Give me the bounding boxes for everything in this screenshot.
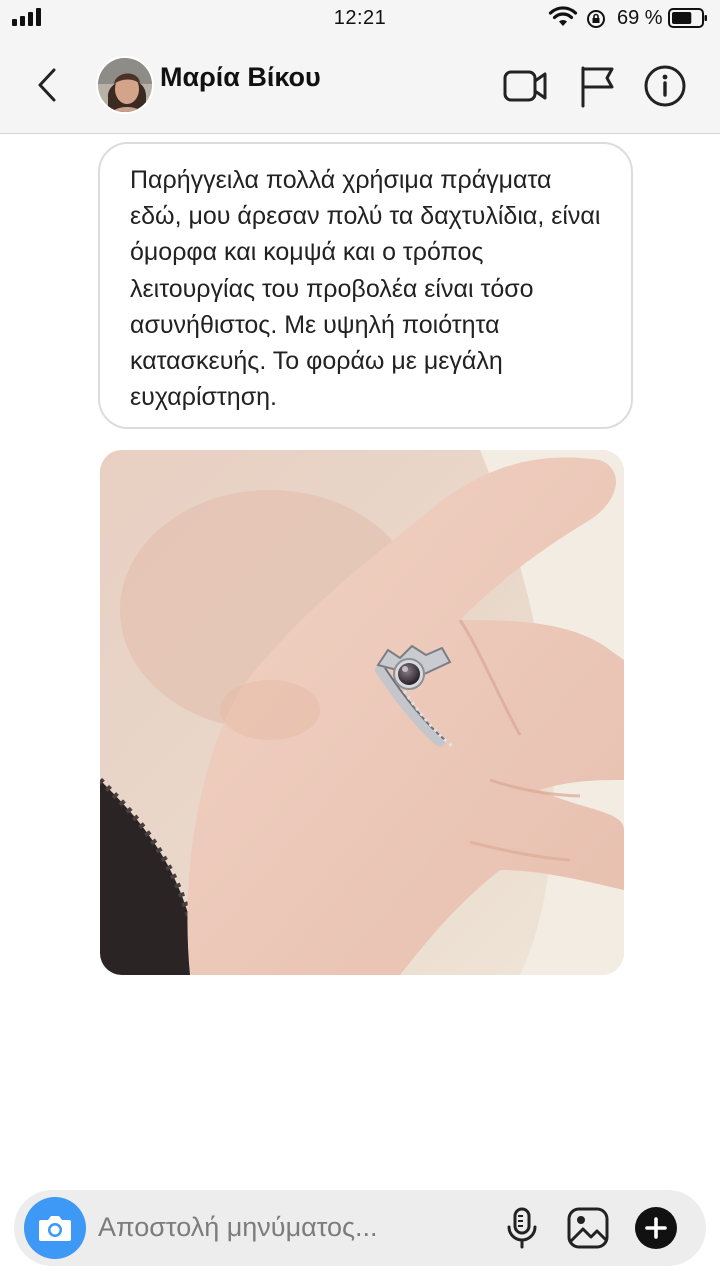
orientation-lock-icon (587, 10, 605, 28)
avatar[interactable] (96, 56, 154, 114)
contact-name[interactable]: Μαρία Βίκου (160, 62, 321, 93)
battery-icon (668, 8, 707, 28)
chat-header: Μαρία Βίκου (0, 38, 720, 134)
back-chevron-icon[interactable] (32, 66, 62, 104)
camera-icon (39, 1216, 71, 1241)
avatar-photo (98, 58, 152, 112)
status-time: 12:21 (333, 7, 387, 29)
gallery-icon[interactable] (566, 1206, 610, 1250)
message-composer: Αποστολή μηνύματος... (14, 1190, 706, 1266)
info-icon[interactable] (642, 64, 688, 108)
message-bubble[interactable]: Παρήγγειλα πολλά χρήσιμα πράγματα εδώ, μ… (98, 142, 633, 429)
status-bar: 12:21 69 % (0, 0, 720, 38)
flag-icon[interactable] (576, 64, 622, 108)
video-call-icon[interactable] (502, 64, 548, 108)
message-text: Παρήγγειλα πολλά χρήσιμα πράγματα εδώ, μ… (130, 166, 601, 412)
message-photo[interactable] (100, 450, 624, 975)
plus-icon[interactable] (634, 1206, 678, 1250)
ring-on-hand-image (100, 450, 624, 975)
message-input[interactable]: Αποστολή μηνύματος... (98, 1212, 378, 1243)
wifi-icon (548, 6, 578, 26)
microphone-icon[interactable] (500, 1206, 544, 1250)
battery-percentage: 69 % (617, 7, 663, 29)
camera-button[interactable] (24, 1197, 86, 1259)
